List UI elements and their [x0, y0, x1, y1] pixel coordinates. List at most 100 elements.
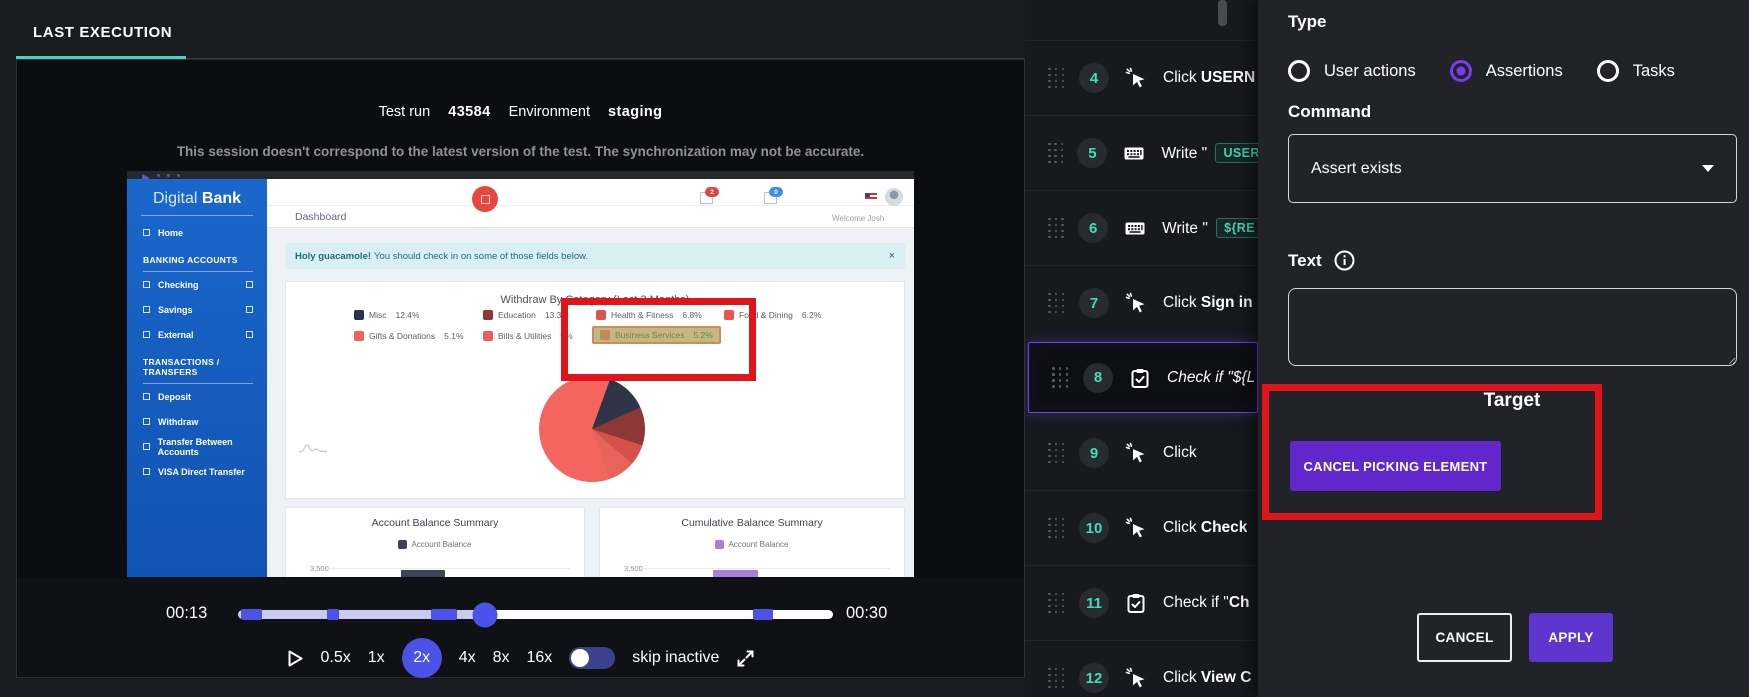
- sidebar-item-withdraw[interactable]: Withdraw: [127, 409, 267, 434]
- type-radio-assertions[interactable]: Assertions: [1449, 60, 1563, 82]
- drag-handle-icon[interactable]: [1048, 592, 1065, 614]
- keyboard-icon: [1124, 217, 1146, 239]
- test-step-5[interactable]: 5 Write " USER: [1025, 115, 1258, 190]
- notifications-icon[interactable]: 0: [764, 187, 783, 204]
- timeline-event-marker[interactable]: [240, 609, 262, 620]
- step-label: Check if "${L: [1167, 368, 1256, 386]
- language-flag-icon[interactable]: [865, 193, 877, 201]
- tab-last-execution[interactable]: LAST EXECUTION: [33, 24, 172, 41]
- legend-value: 5.1%: [444, 331, 464, 341]
- drag-handle-icon[interactable]: [1048, 442, 1065, 464]
- timeline-event-marker[interactable]: [327, 609, 340, 620]
- drag-handle-icon[interactable]: [1052, 367, 1069, 388]
- legend-item-education[interactable]: Education 13.3: [483, 310, 561, 320]
- speed-button-8x[interactable]: 8x: [493, 649, 510, 667]
- timeline-event-marker[interactable]: [431, 609, 457, 620]
- playback-controls: 0.5x 1x 2x 4x 8x 16x skip inactive: [18, 638, 1024, 678]
- bullet-icon: [143, 331, 150, 338]
- user-avatar[interactable]: [885, 188, 903, 206]
- legend-label: Education: [498, 310, 536, 320]
- environment-value: staging: [608, 104, 663, 120]
- play-button[interactable]: [287, 649, 304, 668]
- info-icon[interactable]: [1334, 250, 1355, 271]
- command-section-label: Command: [1288, 102, 1372, 121]
- test-step-12[interactable]: 12 Click View C: [1025, 640, 1258, 697]
- sidebar-item-label: Deposit: [158, 391, 192, 402]
- radio-icon: [1288, 60, 1310, 82]
- clipboard-check-icon: [1125, 592, 1147, 614]
- test-step-8[interactable]: 8 Check if "${L: [1028, 342, 1258, 413]
- bullet-icon: [143, 443, 150, 450]
- radio-icon: [1596, 60, 1619, 82]
- sidebar-item-deposit[interactable]: Deposit: [127, 384, 267, 409]
- drag-handle-icon[interactable]: [1048, 67, 1065, 89]
- sidebar-divider: [141, 215, 253, 216]
- sidebar-item-checking[interactable]: Checking: [127, 272, 267, 297]
- drag-handle-icon[interactable]: [1048, 217, 1064, 239]
- test-step-11[interactable]: 11 Check if "Ch: [1025, 565, 1258, 640]
- element-highlight-box-legend: [561, 298, 756, 381]
- fullscreen-icon[interactable]: [736, 649, 755, 668]
- speed-button-4x[interactable]: 4x: [459, 649, 476, 667]
- step-label: Click View C: [1163, 669, 1252, 686]
- drag-handle-icon[interactable]: [1048, 292, 1065, 314]
- legend-item-bills-utilities[interactable]: Bills & Utilities 9%: [483, 331, 573, 341]
- type-radio-user-actions[interactable]: User actions: [1288, 60, 1416, 82]
- legend-item-gifts-donations[interactable]: Gifts & Donations 5.1%: [354, 331, 464, 341]
- sidebar-section-transactions-transfers: TRANSACTIONS / TRANSFERS: [143, 354, 253, 384]
- type-radio-group: User actions Assertions Tasks: [1288, 60, 1675, 82]
- sidebar-item-visa-direct-transfer[interactable]: VISA Direct Transfer: [127, 459, 267, 484]
- current-time: 00:13: [166, 604, 208, 622]
- red-badge: 2: [705, 187, 719, 197]
- test-steps-list: 4 Click USERN 5 Write " USER 6 Write " ${RE 7 C…: [1025, 0, 1258, 697]
- chevron-down-icon: [1702, 165, 1714, 172]
- legend-swatch: [354, 310, 364, 320]
- test-step-4[interactable]: 4 Click USERN: [1025, 40, 1258, 115]
- drag-handle-icon[interactable]: [1048, 142, 1064, 164]
- step-editor-panel: Type User actions Assertions Tasks Command…: [1258, 0, 1749, 697]
- bullet-icon: [246, 306, 253, 313]
- assertion-text-input[interactable]: [1288, 288, 1737, 366]
- skip-inactive-toggle[interactable]: [569, 647, 616, 669]
- speed-button-2x[interactable]: 2x: [401, 638, 442, 678]
- bullet-icon: [143, 418, 150, 425]
- command-dropdown[interactable]: Assert exists: [1288, 134, 1737, 203]
- sidebar-item-home[interactable]: Home: [127, 220, 267, 245]
- blue-badge: 0: [769, 187, 783, 197]
- steps-scrollbar-thumb[interactable]: [1218, 0, 1227, 26]
- test-step-7[interactable]: 7 Click Sign in: [1025, 265, 1258, 340]
- speed-button-16x[interactable]: 16x: [527, 649, 553, 667]
- cancel-button[interactable]: CANCEL: [1417, 613, 1512, 662]
- apply-button[interactable]: APPLY: [1529, 613, 1613, 662]
- cursor-click-icon: [1125, 292, 1147, 314]
- drag-handle-icon[interactable]: [1048, 517, 1065, 539]
- radio-label: Tasks: [1632, 61, 1675, 80]
- legend-item-misc[interactable]: Misc 12.4%: [354, 310, 420, 320]
- test-step-9[interactable]: 9 Click: [1025, 415, 1258, 490]
- bullet-icon: [246, 281, 253, 288]
- sidebar-item-label: Savings: [158, 304, 193, 315]
- drag-handle-icon[interactable]: [1048, 667, 1065, 689]
- timeline-slider[interactable]: [238, 602, 833, 627]
- test-step-10[interactable]: 10 Click Check: [1025, 490, 1258, 565]
- alert-close-icon[interactable]: ×: [889, 250, 895, 262]
- timeline-event-marker[interactable]: [752, 609, 774, 620]
- step-number: 4: [1079, 63, 1109, 93]
- timeline-handle[interactable]: [472, 602, 498, 627]
- type-section-label: Type: [1288, 12, 1327, 31]
- sidebar-item-transfer-between-accounts[interactable]: Transfer Between Accounts: [127, 434, 267, 459]
- test-step-6[interactable]: 6 Write " ${RE: [1025, 190, 1258, 265]
- speed-button-1x[interactable]: 1x: [368, 649, 385, 667]
- messages-icon[interactable]: 2: [700, 187, 719, 204]
- type-radio-tasks[interactable]: Tasks: [1596, 60, 1675, 82]
- sidebar-item-savings[interactable]: Savings: [127, 297, 267, 322]
- step-label: Write " USER: [1161, 143, 1258, 163]
- step-number: 5: [1077, 138, 1108, 168]
- sidebar-item-external[interactable]: External: [127, 322, 267, 347]
- bank-logo: Digital Bank: [152, 190, 242, 207]
- total-time: 00:30: [846, 604, 888, 622]
- app-root: LAST EXECUTION Test run 43584 Environmen…: [0, 0, 1749, 697]
- welcome-text: Welcome Josh: [832, 214, 885, 223]
- sidebar-item-label: Transfer Between Accounts: [157, 436, 233, 457]
- speed-button-0_5x[interactable]: 0.5x: [321, 649, 351, 667]
